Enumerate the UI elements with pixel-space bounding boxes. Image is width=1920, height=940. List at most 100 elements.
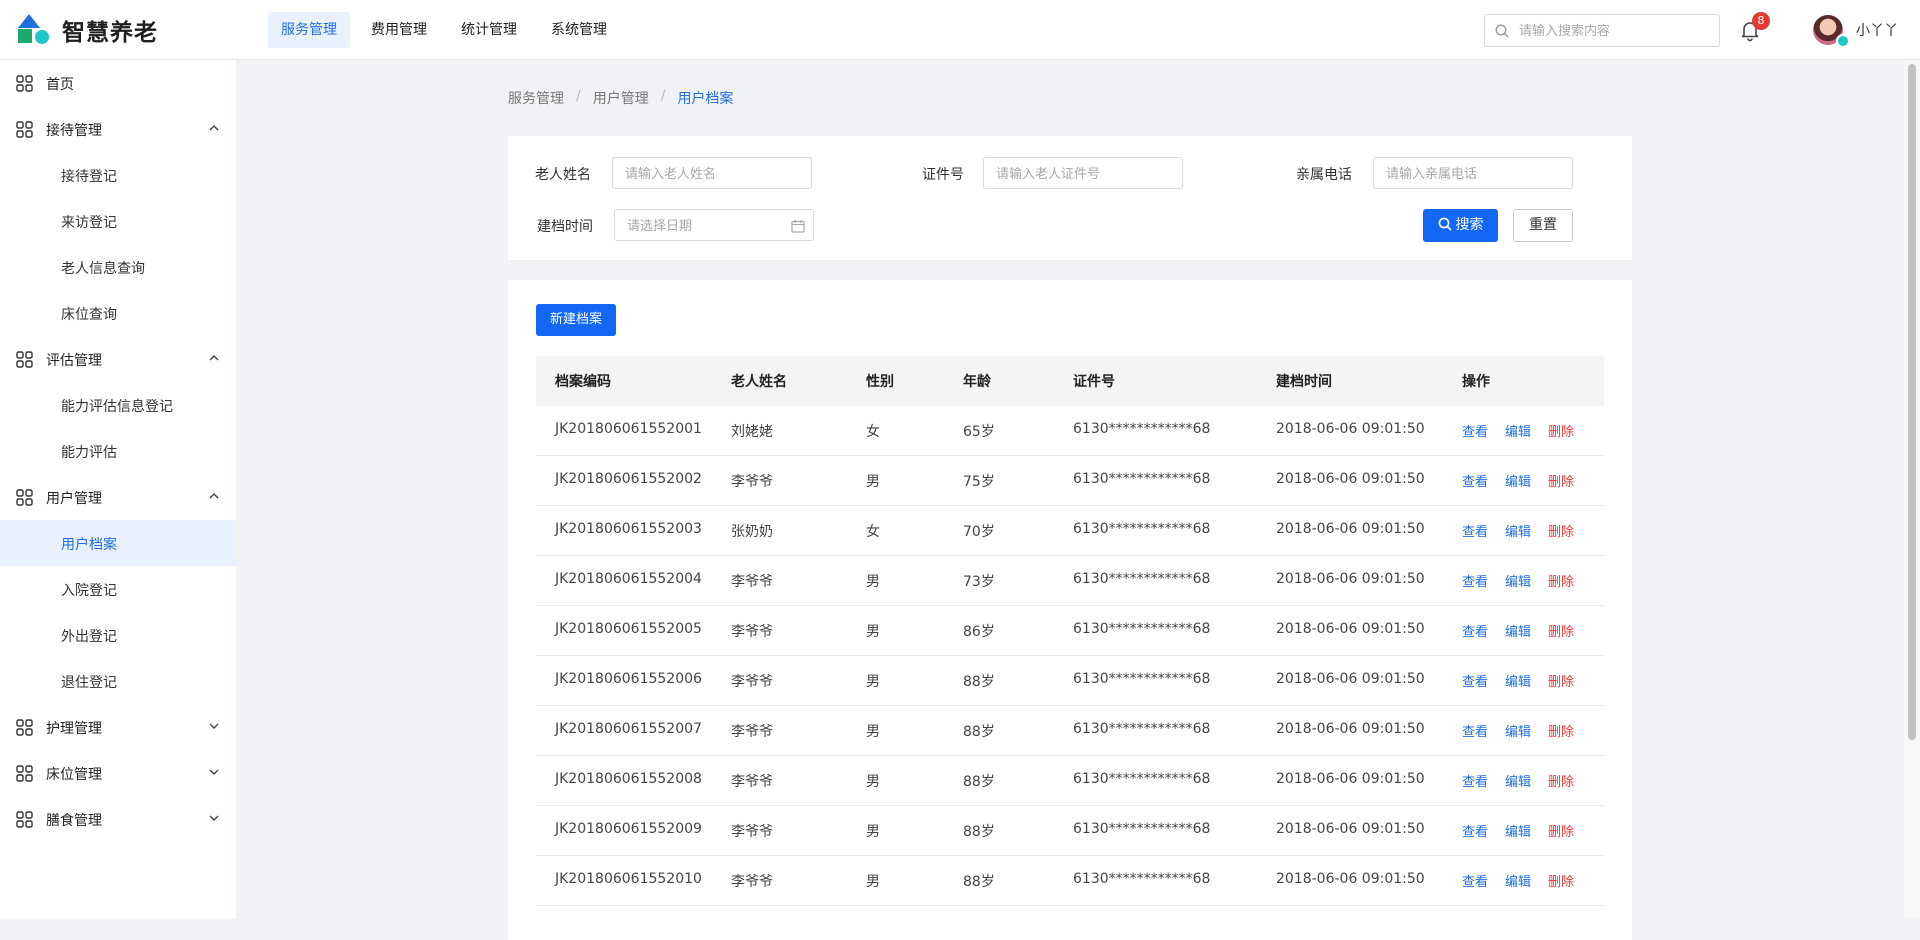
top-nav-service[interactable]: 服务管理	[268, 12, 350, 48]
name-filter-label: 老人姓名	[535, 167, 591, 183]
sidebar: 首页 接待管理 接待登记 来访登记 老人信息查询 床位查询 评估管理 能力评估信…	[0, 60, 236, 919]
cell-code: JK201806061552007	[555, 721, 702, 737]
sidebar-item-ability-info-register[interactable]: 能力评估信息登记	[0, 382, 236, 428]
phone-filter-label: 亲属电话	[1296, 167, 1352, 183]
cell-created-time: 2018-06-06 09:01:50	[1276, 471, 1425, 487]
cell-name: 李爷爷	[731, 574, 773, 590]
cell-id-number: 6130************68	[1073, 771, 1211, 787]
sidebar-item-elder-info-query[interactable]: 老人信息查询	[0, 244, 236, 290]
chevron-up-icon	[209, 493, 219, 499]
delete-link[interactable]: 删除	[1548, 621, 1574, 640]
delete-link[interactable]: 删除	[1548, 671, 1574, 690]
view-link[interactable]: 查看	[1462, 621, 1488, 640]
grid-icon	[16, 489, 33, 506]
sidebar-item-label: 接待登记	[61, 169, 117, 185]
view-link[interactable]: 查看	[1462, 521, 1488, 540]
id-filter-input[interactable]	[994, 163, 1176, 185]
grid-icon	[16, 765, 33, 782]
reset-button[interactable]: 重置	[1513, 209, 1573, 242]
id-filter-label: 证件号	[922, 167, 964, 183]
sidebar-item-label: 床位查询	[61, 307, 117, 323]
delete-link[interactable]: 删除	[1548, 821, 1574, 840]
delete-link[interactable]: 删除	[1548, 721, 1574, 740]
view-link[interactable]: 查看	[1462, 821, 1488, 840]
sidebar-item-admission-register[interactable]: 入院登记	[0, 566, 236, 612]
sidebar-item-bed-query[interactable]: 床位查询	[0, 290, 236, 336]
sidebar-item-visit-register[interactable]: 来访登记	[0, 198, 236, 244]
edit-link[interactable]: 编辑	[1505, 821, 1531, 840]
cell-id-number: 6130************68	[1073, 671, 1211, 687]
cell-created-time: 2018-06-06 09:01:50	[1276, 671, 1425, 687]
sidebar-group-bed[interactable]: 床位管理	[0, 750, 236, 796]
cell-name: 李爷爷	[731, 474, 773, 490]
sidebar-group-reception[interactable]: 接待管理	[0, 106, 236, 152]
edit-link[interactable]: 编辑	[1505, 621, 1531, 640]
view-link[interactable]: 查看	[1462, 771, 1488, 790]
top-nav-fee[interactable]: 费用管理	[358, 12, 440, 48]
breadcrumb-item-service[interactable]: 服务管理	[508, 88, 564, 108]
delete-link[interactable]: 删除	[1548, 421, 1574, 440]
cell-gender: 男	[866, 724, 880, 740]
search-button[interactable]: 搜索	[1423, 209, 1498, 242]
cell-gender: 男	[866, 474, 880, 490]
phone-filter-input[interactable]	[1384, 163, 1566, 185]
global-search-input[interactable]	[1517, 19, 1717, 44]
chevron-up-icon	[209, 125, 219, 131]
sidebar-item-discharge-register[interactable]: 退住登记	[0, 658, 236, 704]
grid-icon	[16, 811, 33, 828]
delete-link[interactable]: 删除	[1548, 871, 1574, 890]
edit-link[interactable]: 编辑	[1505, 671, 1531, 690]
top-nav-stats[interactable]: 统计管理	[448, 12, 530, 48]
name-filter-input[interactable]	[623, 163, 805, 185]
sidebar-group-nursing[interactable]: 护理管理	[0, 704, 236, 750]
sidebar-item-reception-register[interactable]: 接待登记	[0, 152, 236, 198]
sidebar-group-assessment[interactable]: 评估管理	[0, 336, 236, 382]
edit-link[interactable]: 编辑	[1505, 421, 1531, 440]
view-link[interactable]: 查看	[1462, 871, 1488, 890]
edit-link[interactable]: 编辑	[1505, 721, 1531, 740]
breadcrumb-item-current: 用户档案	[677, 91, 734, 107]
sidebar-item-outing-register[interactable]: 外出登记	[0, 612, 236, 658]
delete-link[interactable]: 删除	[1548, 571, 1574, 590]
new-archive-button[interactable]: 新建档案	[536, 304, 616, 336]
breadcrumb-item-user[interactable]: 用户管理	[593, 88, 649, 108]
sidebar-group-meal[interactable]: 膳食管理	[0, 796, 236, 842]
edit-link[interactable]: 编辑	[1505, 771, 1531, 790]
scrollbar-thumb[interactable]	[1908, 64, 1916, 740]
username[interactable]: 小丫丫	[1856, 20, 1898, 40]
date-filter-input[interactable]	[625, 215, 779, 237]
view-link[interactable]: 查看	[1462, 721, 1488, 740]
cell-age: 65岁	[963, 424, 995, 440]
sidebar-item-user-archive[interactable]: 用户档案	[0, 520, 236, 566]
cell-id-number: 6130************68	[1073, 871, 1211, 887]
view-link[interactable]: 查看	[1462, 571, 1488, 590]
top-nav-system[interactable]: 系统管理	[538, 12, 620, 48]
cell-id-number: 6130************68	[1073, 721, 1211, 737]
delete-link[interactable]: 删除	[1548, 771, 1574, 790]
cell-gender: 女	[866, 524, 880, 540]
cell-code: JK201806061552001	[555, 421, 702, 437]
sidebar-item-label: 外出登记	[61, 629, 117, 645]
view-link[interactable]: 查看	[1462, 671, 1488, 690]
search-button-label: 搜索	[1455, 217, 1484, 233]
delete-link[interactable]: 删除	[1548, 471, 1574, 490]
cell-age: 88岁	[963, 824, 995, 840]
column-header-created-time: 建档时间	[1276, 374, 1332, 390]
sidebar-group-label: 护理管理	[46, 721, 102, 737]
sidebar-item-home[interactable]: 首页	[0, 60, 236, 106]
date-filter-field[interactable]	[614, 209, 814, 241]
view-link[interactable]: 查看	[1462, 471, 1488, 490]
search-icon	[1495, 24, 1509, 38]
sidebar-item-ability-assessment[interactable]: 能力评估	[0, 428, 236, 474]
edit-link[interactable]: 编辑	[1505, 471, 1531, 490]
cell-name: 李爷爷	[731, 874, 773, 890]
view-link[interactable]: 查看	[1462, 421, 1488, 440]
cell-id-number: 6130************68	[1073, 421, 1211, 437]
edit-link[interactable]: 编辑	[1505, 521, 1531, 540]
sidebar-group-user[interactable]: 用户管理	[0, 474, 236, 520]
edit-link[interactable]: 编辑	[1505, 571, 1531, 590]
edit-link[interactable]: 编辑	[1505, 871, 1531, 890]
column-header-name: 老人姓名	[731, 374, 787, 390]
delete-link[interactable]: 删除	[1548, 521, 1574, 540]
online-status-dot	[1836, 34, 1850, 48]
